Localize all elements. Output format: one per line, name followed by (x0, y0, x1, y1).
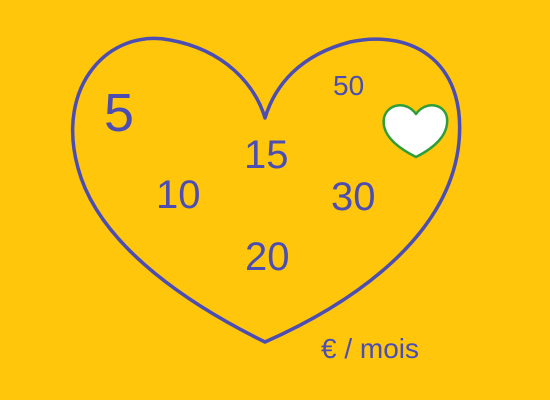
amount-option-20[interactable]: 20 (245, 237, 290, 277)
heart-graphic (71, 36, 462, 344)
amount-option-30[interactable]: 30 (331, 177, 376, 217)
donation-page: { "colors": { "background": "#FFC60B", "… (0, 0, 550, 400)
amount-option-15[interactable]: 15 (244, 135, 289, 175)
unit-label: € / mois (321, 333, 420, 364)
amount-option-10[interactable]: 10 (156, 175, 201, 215)
small-heart-icon[interactable] (382, 104, 449, 159)
amount-option-5[interactable]: 5 (104, 86, 134, 140)
amount-option-50[interactable]: 50 (333, 72, 364, 100)
